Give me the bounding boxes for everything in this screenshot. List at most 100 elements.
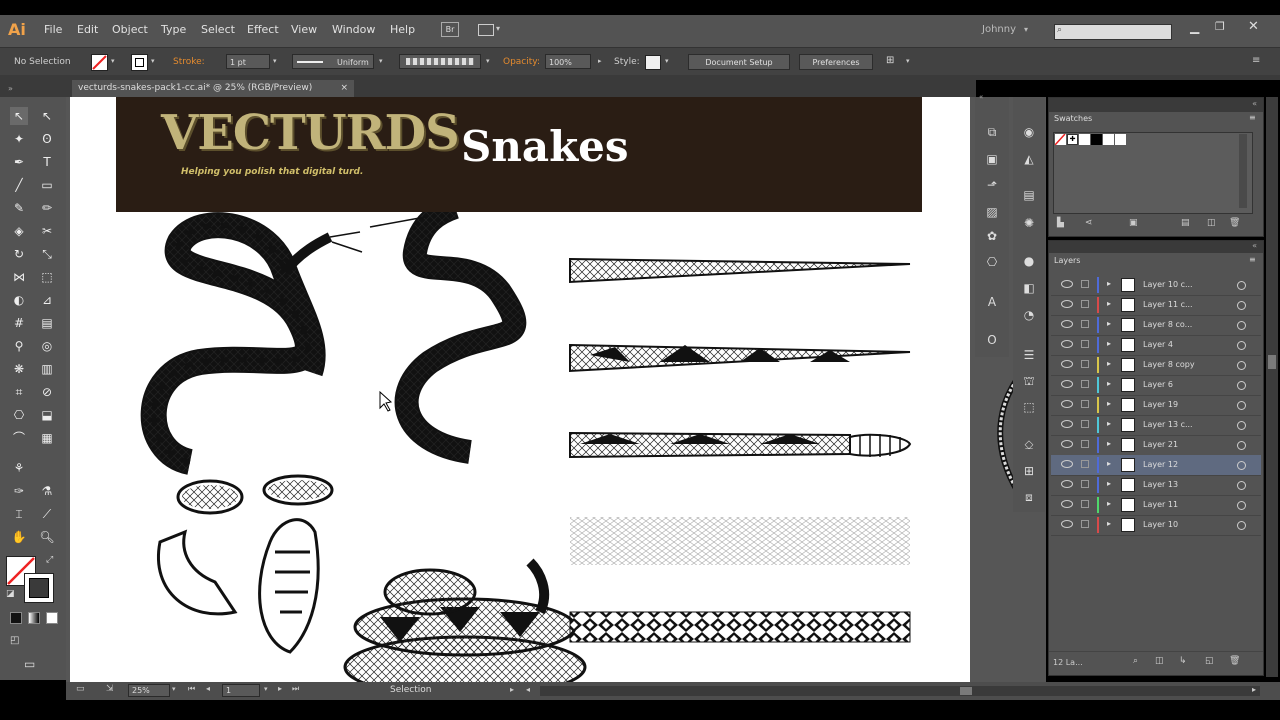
chevron-right-icon[interactable]: ▸: [598, 57, 602, 65]
visibility-eye-icon[interactable]: [1061, 420, 1073, 428]
target-circle-icon[interactable]: [1237, 421, 1246, 430]
target-circle-icon[interactable]: [1237, 441, 1246, 450]
previous-artboard-icon[interactable]: ◂: [206, 684, 210, 693]
drawing-mode-icon[interactable]: ◰: [10, 635, 19, 646]
show-swatch-kinds-icon[interactable]: ⋖: [1085, 218, 1093, 228]
scrollbar-thumb[interactable]: [960, 687, 972, 695]
target-circle-icon[interactable]: [1237, 381, 1246, 390]
scroll-left-icon[interactable]: ◂: [526, 685, 530, 694]
swatches-tab[interactable]: Swatches: [1049, 112, 1098, 125]
collapse-icon[interactable]: «: [1252, 241, 1257, 250]
screen-mode-icon[interactable]: ▭: [24, 657, 35, 671]
stroke-panel-icon[interactable]: ▤: [1020, 187, 1038, 203]
delete-layer-icon[interactable]: 🗑︎: [1229, 656, 1240, 666]
visibility-eye-icon[interactable]: [1061, 400, 1073, 408]
minimize-icon[interactable]: ▁: [1190, 20, 1199, 34]
expand-triangle-icon[interactable]: ▸: [1107, 459, 1111, 468]
paint-bucket-tool-icon[interactable]: ⚗: [38, 482, 56, 500]
chevron-down-icon[interactable]: ▾: [1024, 25, 1028, 34]
stroke-color-swatch[interactable]: [24, 573, 54, 603]
navigator-panel-icon[interactable]: ▣: [983, 151, 1001, 167]
layer-name[interactable]: Layer 8 co...: [1143, 320, 1192, 329]
swatch-libraries-icon[interactable]: ▙: [1057, 218, 1064, 228]
scrollbar-thumb[interactable]: [1268, 355, 1276, 369]
width-tool-icon[interactable]: ⋈: [10, 268, 28, 286]
menu-file[interactable]: File: [44, 23, 62, 36]
visibility-eye-icon[interactable]: [1061, 500, 1073, 508]
eraser-tool-icon[interactable]: ◈: [10, 222, 28, 240]
chevron-down-icon[interactable]: ▾: [379, 57, 383, 65]
status-mode[interactable]: Selection: [390, 685, 431, 695]
close-icon[interactable]: ✕: [1248, 19, 1259, 34]
layer-name[interactable]: Layer 6: [1143, 380, 1173, 389]
target-circle-icon[interactable]: [1237, 361, 1246, 370]
zoom-tool-icon[interactable]: 🔍︎: [38, 528, 56, 546]
lock-icon[interactable]: [1081, 420, 1089, 428]
layer-name[interactable]: Layer 10: [1143, 520, 1178, 529]
export-icon[interactable]: ⇲: [106, 684, 114, 694]
swatch-white[interactable]: [1079, 134, 1090, 145]
type-tool-icon[interactable]: T: [38, 153, 56, 171]
next-artboard-icon[interactable]: ▸: [278, 684, 282, 693]
layer-row[interactable]: ▸ Layer 11: [1051, 495, 1261, 516]
panel-menu-icon[interactable]: ≡: [1252, 55, 1260, 66]
layer-name[interactable]: Layer 8 copy: [1143, 360, 1195, 369]
symbol-sprayer-tool-icon[interactable]: ❋: [10, 360, 28, 378]
document-setup-button[interactable]: Document Setup: [688, 54, 790, 70]
rectangle-tool-icon[interactable]: ▭: [38, 176, 56, 194]
opacity-label[interactable]: Opacity:: [503, 57, 540, 67]
perspective-grid-tool-icon[interactable]: ⊿: [38, 291, 56, 309]
visibility-eye-icon[interactable]: [1061, 480, 1073, 488]
expand-triangle-icon[interactable]: ▸: [1107, 439, 1111, 448]
chart-tool-icon[interactable]: ▦: [38, 429, 56, 447]
chevron-down-icon[interactable]: ▾: [273, 57, 277, 65]
layer-row[interactable]: ▸ Layer 8 copy: [1051, 355, 1261, 376]
mesh-tool-icon[interactable]: #: [10, 314, 28, 332]
lock-icon[interactable]: [1081, 360, 1089, 368]
menu-view[interactable]: View: [291, 23, 317, 36]
layer-name[interactable]: Layer 19: [1143, 400, 1178, 409]
target-circle-icon[interactable]: [1237, 401, 1246, 410]
swatch-none[interactable]: [1054, 133, 1066, 146]
swatch-black[interactable]: [1091, 134, 1102, 145]
pen-tool-icon[interactable]: ✒: [10, 153, 28, 171]
live-paint-selection-tool-icon[interactable]: ⬓: [38, 406, 56, 424]
variable-width-profile[interactable]: Uniform: [292, 54, 374, 69]
layer-name[interactable]: Layer 13 c...: [1143, 420, 1193, 429]
lock-icon[interactable]: [1081, 480, 1089, 488]
chevron-down-icon[interactable]: ▾: [264, 685, 268, 693]
artboard[interactable]: VECTURDS ™ Helping you polish that digit…: [70, 97, 970, 682]
horizontal-scrollbar[interactable]: [540, 686, 1260, 696]
layer-name[interactable]: Layer 11: [1143, 500, 1178, 509]
make-clipping-mask-icon[interactable]: ◫: [1155, 656, 1164, 666]
expand-triangle-icon[interactable]: ▸: [1107, 319, 1111, 328]
first-artboard-icon[interactable]: ⏮: [188, 684, 195, 694]
visibility-eye-icon[interactable]: [1061, 340, 1073, 348]
direct-selection-tool-icon[interactable]: ↖: [38, 107, 56, 125]
graphic-styles-panel-icon[interactable]: ⎔: [983, 254, 1001, 270]
workspace-user[interactable]: Johnny: [982, 24, 1016, 35]
last-artboard-icon[interactable]: ⏭: [292, 684, 299, 694]
info-panel-icon[interactable]: ⬏: [983, 177, 1001, 193]
layer-row[interactable]: ▸ Layer 11 c...: [1051, 295, 1261, 316]
zoom-field[interactable]: 25%: [128, 684, 170, 697]
appearance-panel-icon[interactable]: ●: [1020, 253, 1038, 269]
layer-row[interactable]: ▸ Layer 10: [1051, 515, 1261, 536]
target-circle-icon[interactable]: [1237, 501, 1246, 510]
target-circle-icon[interactable]: [1237, 281, 1246, 290]
layer-name[interactable]: Layer 12: [1143, 460, 1178, 469]
swatches-scrollbar[interactable]: [1239, 134, 1247, 208]
visibility-eye-icon[interactable]: [1061, 460, 1073, 468]
layer-row[interactable]: ▸ Layer 13 c...: [1051, 415, 1261, 436]
artboards-panel-icon[interactable]: ⧉: [983, 124, 1001, 140]
lock-icon[interactable]: [1081, 280, 1089, 288]
target-circle-icon[interactable]: [1237, 521, 1246, 530]
chevron-down-icon[interactable]: ▾: [486, 57, 490, 65]
search-input[interactable]: ⌕: [1054, 24, 1172, 40]
menu-help[interactable]: Help: [390, 23, 415, 36]
chevron-down-icon[interactable]: ▾: [496, 24, 500, 33]
expand-triangle-icon[interactable]: ▸: [1107, 519, 1111, 528]
layer-name[interactable]: Layer 10 c...: [1143, 280, 1193, 289]
chevron-down-icon[interactable]: ▾: [906, 57, 910, 65]
links-panel-icon[interactable]: ⎐: [1020, 437, 1038, 453]
